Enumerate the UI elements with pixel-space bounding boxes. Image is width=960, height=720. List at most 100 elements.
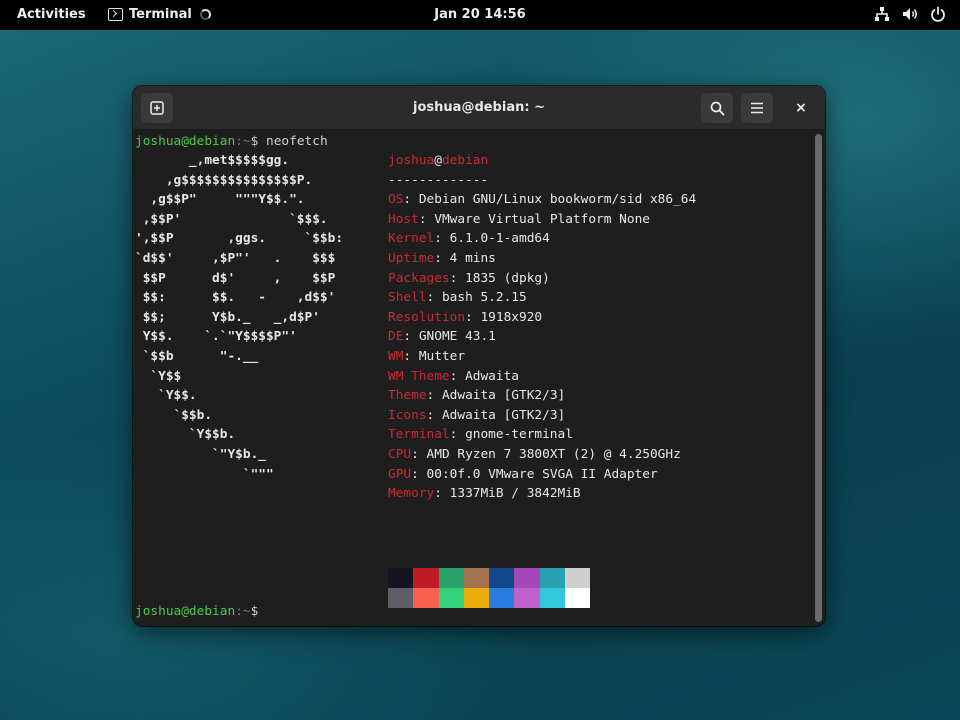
header-bar[interactable]: joshua@debian: ~ × [133,86,825,130]
palette-swatch [413,568,439,588]
color-palette [388,568,590,608]
power-icon [931,6,945,22]
scrollbar-thumb[interactable] [815,134,822,622]
info-value: gnome-terminal [465,427,573,443]
palette-swatch [514,588,540,608]
info-value: VMware Virtual Platform None [434,211,650,227]
info-key: Memory [388,486,435,502]
info-row: Uptime: 4 mins [388,250,496,266]
info-key: Theme [388,388,427,404]
info-rows: OS: Debian GNU/Linux bookworm/sid x86_64… [388,190,696,504]
info-key: Packages [388,270,450,286]
palette-swatch [463,588,489,608]
logo-line: ,$$P' `$$$. [135,211,328,227]
scrollbar[interactable] [813,130,825,626]
logo-line: `$$b "-.__ [135,348,259,364]
logo-line: `Y$$ [135,368,182,384]
info-key: Icons [388,407,427,423]
top-bar: Activities Terminal Jan 20 14:56 [0,0,960,30]
prompt-user: joshua@debian [135,604,236,619]
network-icon [875,7,889,21]
palette-swatch [388,568,414,588]
info-value: 1835 (dpkg) [465,270,550,286]
close-icon: × [795,100,807,116]
info-key: Resolution [388,309,466,325]
info-row: Shell: bash 5.2.15 [388,290,527,306]
logo-line: $$; Y$b._ _,d$P' [135,309,320,325]
logo-line: `""" [135,466,274,482]
palette-swatch [388,588,414,608]
info-key: Shell [388,290,427,306]
info-key: WM [388,348,404,364]
info-value: 4 mins [449,250,496,266]
info-value: GNOME 43.1 [418,329,496,345]
menu-icon [751,102,763,114]
palette-swatch [463,568,489,588]
logo-line: `"Y$b._ [135,446,266,462]
info-key: Terminal [388,427,450,443]
info-row: Packages: 1835 (dpkg) [388,270,550,286]
info-row: Icons: Adwaita [GTK2/3] [388,407,566,423]
info-at: @ [434,153,442,168]
prompt-line[interactable]: joshua@debian:~$ [135,602,258,622]
info-value: 1337MiB / 3842MiB [449,486,581,502]
info-value: Adwaita [GTK2/3] [441,388,566,404]
logo-line: `$$b. [135,407,213,423]
info-key: DE [388,329,404,345]
prompt-symbol: $ [250,604,259,619]
info-row: WM: Mutter [388,348,466,364]
palette-swatch [489,568,515,588]
info-key: Uptime [388,250,435,266]
command-line: joshua@debian:~$ neofetch [135,132,328,152]
prompt-user: joshua@debian [135,134,236,149]
palette-swatch [514,568,540,588]
info-value: 1918x920 [480,309,543,325]
logo-line: Y$$. `.`"Y$$$$P"' [135,329,297,345]
user-host-line: joshua@debian [388,151,696,171]
info-user: joshua [388,153,435,168]
terminal-window[interactable]: joshua@debian: ~ × joshua@debian:~$ neof… [133,86,825,626]
prompt-path: :~ [235,604,251,619]
info-row: GPU: 00:0f.0 VMware SVGA II Adapter [388,466,658,482]
logo-line: `Y$$b. [135,427,236,443]
info-value: bash 5.2.15 [441,290,527,306]
info-row: Host: VMware Virtual Platform None [388,211,650,227]
info-key: GPU [388,466,412,482]
info-row: DE: GNOME 43.1 [388,329,496,345]
info-row: WM Theme: Adwaita [388,368,519,384]
info-row: Memory: 1337MiB / 3842MiB [388,486,581,502]
info-row: Resolution: 1918x920 [388,309,543,325]
logo-line: $$: $$. - ,d$$' [135,290,336,306]
search-icon [710,101,724,115]
prompt-path: :~ [235,134,251,149]
info-host: debian [441,153,489,168]
info-value: Adwaita [465,368,519,384]
info-key: CPU [388,446,412,462]
palette-swatch [539,568,565,588]
info-value: 00:0f.0 VMware SVGA II Adapter [426,466,658,482]
logo-line: _,met$$$$$gg. [135,153,290,168]
command-text: neofetch [258,134,328,149]
volume-icon [903,8,917,20]
info-key: Kernel [388,231,435,247]
info-key: OS [388,192,404,208]
info-value: Mutter [418,348,466,364]
terminal-output[interactable]: joshua@debian:~$ neofetch _,met$$$$$gg. … [133,130,813,626]
info-value: Adwaita [GTK2/3] [441,407,566,423]
info-row: Kernel: 6.1.0-1-amd64 [388,231,550,247]
logo-line: `d$$' ,$P"' . $$$ [135,250,336,266]
search-button[interactable] [701,93,733,123]
info-value: 6.1.0-1-amd64 [449,231,550,247]
status-area[interactable] [874,6,946,22]
info-key: Host [388,211,419,227]
info-value: Debian GNU/Linux bookworm/sid x86_64 [418,192,697,208]
info-row: Theme: Adwaita [GTK2/3] [388,388,566,404]
clock[interactable]: Jan 20 14:56 [0,7,960,22]
info-row: OS: Debian GNU/Linux bookworm/sid x86_64 [388,192,697,208]
close-button[interactable]: × [789,96,813,120]
palette-swatch [413,588,439,608]
palette-swatch [564,568,590,588]
info-separator: ------------- [388,172,489,188]
system-info: joshua@debian ------------- OS: Debian G… [388,151,696,504]
menu-button[interactable] [741,93,773,123]
